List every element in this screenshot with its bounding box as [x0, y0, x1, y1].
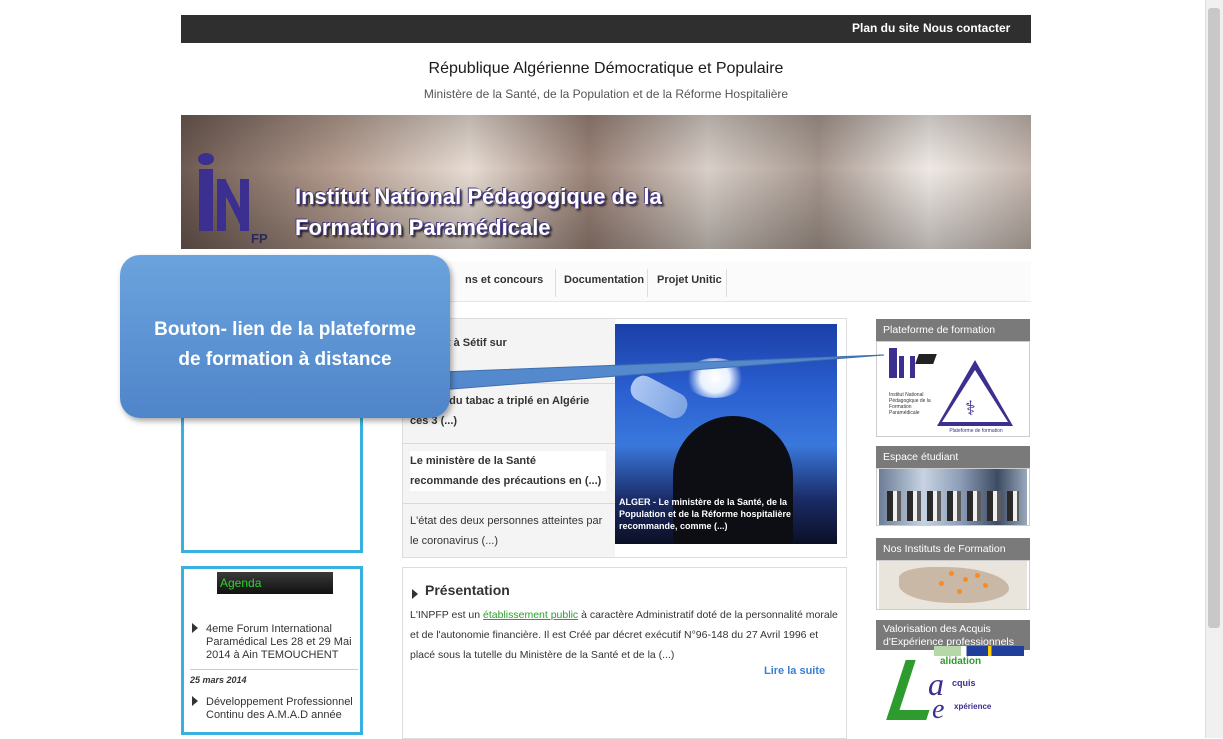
news-divider — [403, 503, 615, 504]
agenda-header: Agenda — [217, 572, 333, 594]
agenda-date: 25 mars 2014 — [190, 675, 247, 685]
map-pin-icon — [975, 573, 980, 578]
annotation-callout: Bouton- lien de la plateforme de formati… — [120, 255, 450, 418]
student-space-title: Espace étudiant — [876, 446, 1030, 468]
map-pin-icon — [963, 577, 968, 582]
news-item-active[interactable]: Le ministère de la Santé recommande des … — [410, 451, 606, 491]
arrow-right-icon — [192, 696, 198, 706]
institute-title-line1: Institut National Pédagogique de la — [295, 184, 662, 209]
inpfp-logo-dot — [198, 153, 214, 165]
student-space-box[interactable]: Espace étudiant — [876, 446, 1030, 526]
ministry-subtitle: Ministère de la Santé, de la Population … — [423, 87, 789, 101]
agenda-divider — [190, 669, 358, 670]
vae-title-line1: Valorisation des Acquis — [883, 623, 991, 635]
read-more-link[interactable]: Lire la suite — [764, 665, 825, 677]
news-item[interactable]: L'état des deux personnes atteintes par … — [410, 511, 606, 551]
government-title: République Algérienne Démocratique et Po… — [428, 60, 784, 77]
platform-box[interactable]: Plateforme de formation Institut Nationa… — [876, 319, 1030, 437]
logo-n-shape — [899, 356, 915, 378]
news-photo-caption[interactable]: ALGER - Le ministère de la Santé, de la … — [619, 496, 833, 532]
logo-bar — [889, 348, 897, 378]
contact-link[interactable]: Nous contacter — [923, 21, 1010, 35]
nav-separator — [647, 269, 648, 297]
platform-box-title: Plateforme de formation — [876, 319, 1030, 341]
presentation-section: Présentation L'INPFP est un établissemen… — [402, 567, 847, 739]
nav-separator — [726, 269, 727, 297]
triangle-caption: Plateforme de formation — [949, 428, 1003, 434]
vae-box[interactable]: Valorisation des Acquis d'Expérience pro… — [876, 620, 1030, 728]
news-slider: l'accent à Sétif sur mation du tabac a t… — [402, 318, 847, 558]
platform-button[interactable]: Institut National Pédagogique de la Form… — [876, 341, 1030, 437]
agenda-label: Agenda — [220, 576, 262, 590]
algeria-map — [879, 561, 1027, 609]
student-space-image[interactable] — [876, 468, 1030, 526]
agenda-item-forum[interactable]: 4eme Forum International Paramédical Les… — [206, 623, 356, 662]
annotation-line2: de formation à distance — [178, 349, 392, 370]
annotation-line1: Bouton- lien de la plateforme — [154, 319, 416, 340]
institutes-map[interactable] — [876, 560, 1030, 610]
photo-sunlight — [685, 358, 745, 398]
vae-word-acquis: cquis — [952, 678, 976, 688]
logo-caption: Institut National Pédagogique de la Form… — [889, 392, 931, 416]
presentation-text-start: L'INPFP est un — [410, 609, 484, 621]
scrollbar-thumb[interactable] — [1208, 8, 1220, 628]
vae-word-validation: alidation — [940, 656, 982, 667]
news-divider — [403, 443, 615, 444]
nav-item-documentation[interactable]: Documentation — [564, 274, 644, 286]
agenda-panel: Agenda 4eme Forum International Paramédi… — [181, 566, 363, 735]
header-banner: FP Institut National Pédagogique de la F… — [181, 115, 1031, 249]
map-pin-icon — [983, 583, 988, 588]
institute-title: Institut National Pédagogique de la Form… — [295, 181, 662, 243]
graduation-cap-icon — [915, 354, 937, 364]
presentation-text: L'INPFP est un établissement public à ca… — [410, 605, 840, 665]
map-pin-icon — [939, 581, 944, 586]
inpfp-logo-n — [217, 179, 249, 231]
inpfp-logo-i — [199, 169, 213, 231]
map-land — [899, 567, 1009, 603]
students-photo — [879, 469, 1027, 525]
institute-title-line2: Formation Paramédicale — [295, 215, 551, 240]
vae-partner-logos — [934, 646, 1024, 656]
map-pin-icon — [957, 589, 962, 594]
caduceus-icon: ⚕ — [965, 398, 976, 420]
inpfp-small-logo — [889, 348, 937, 392]
nav-item-unitic[interactable]: Projet Unitic — [657, 274, 722, 286]
arrow-right-icon — [192, 623, 198, 633]
nav-separator — [555, 269, 556, 297]
public-establishment-link[interactable]: établissement public — [483, 609, 578, 621]
nav-item-exams[interactable]: ns et concours — [465, 274, 543, 286]
inpfp-logo-fp: FP — [251, 231, 268, 246]
photo-water-bottle — [626, 371, 692, 423]
students-group — [887, 491, 1019, 521]
vae-letter-e: e — [932, 694, 945, 725]
sitemap-link[interactable]: Plan du site — [852, 21, 919, 35]
map-pin-icon — [949, 571, 954, 576]
top-bar: Plan du site Nous contacter — [181, 15, 1031, 43]
institutes-title: Nos Instituts de Formation — [876, 538, 1030, 560]
institutes-box[interactable]: Nos Instituts de Formation — [876, 538, 1030, 611]
news-photo[interactable]: ALGER - Le ministère de la Santé, de la … — [615, 324, 837, 544]
arrow-right-icon — [412, 589, 418, 599]
annotation-text: Bouton- lien de la plateforme de formati… — [120, 315, 450, 375]
agenda-item-dpc[interactable]: Développement Professionnel Continu des … — [206, 696, 356, 722]
presentation-title: Présentation — [425, 582, 510, 598]
vae-word-experience: xpérience — [954, 702, 992, 711]
